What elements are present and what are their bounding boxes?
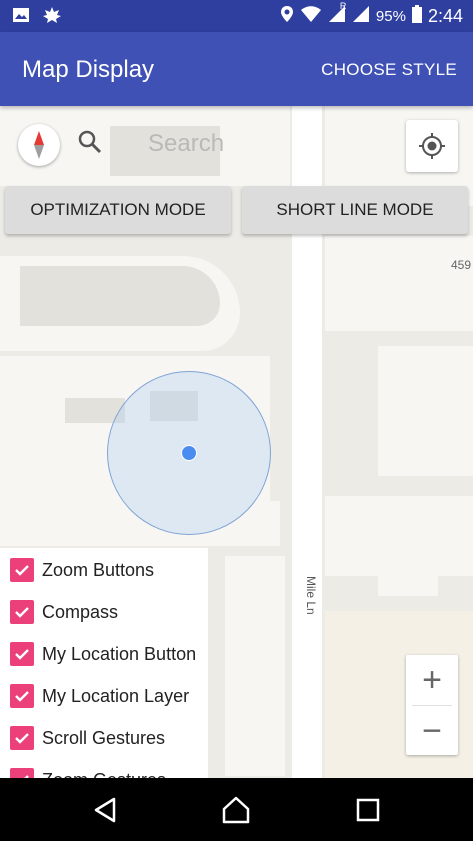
map-block <box>378 546 438 596</box>
wifi-icon <box>300 5 322 27</box>
signal-icon <box>352 5 370 27</box>
navigation-bar <box>0 778 473 841</box>
map-options-panel: Zoom Buttons Compass My Location Button … <box>0 548 208 778</box>
battery-icon <box>411 5 422 27</box>
compass-icon <box>34 131 44 159</box>
search-input[interactable]: Search <box>148 130 224 158</box>
option-label: Zoom Gestures <box>42 770 166 779</box>
option-zoom-gestures[interactable]: Zoom Gestures <box>10 768 166 778</box>
option-compass[interactable]: Compass <box>10 600 118 624</box>
option-label: Compass <box>42 601 119 622</box>
checkbox-checked[interactable] <box>10 684 34 708</box>
map-block <box>225 556 285 776</box>
leaf-icon <box>42 6 62 29</box>
address-label: 459 <box>451 258 472 272</box>
app-bar: Map Display CHOOSE STYLE <box>0 32 473 106</box>
zoom-in-button[interactable]: + <box>406 655 458 705</box>
status-bar: R 95% 2:44 <box>0 0 473 32</box>
checkbox-checked[interactable] <box>10 558 34 582</box>
home-icon[interactable] <box>220 794 252 826</box>
checkbox-checked[interactable] <box>10 642 34 666</box>
checkbox-checked[interactable] <box>10 600 34 624</box>
map-block <box>378 346 473 476</box>
location-pin-icon <box>280 5 294 27</box>
choose-style-button[interactable]: CHOOSE STYLE <box>321 60 457 80</box>
signal-icon: R <box>328 1 346 27</box>
app-title: Map Display <box>22 56 155 83</box>
image-icon <box>12 6 30 29</box>
street-label: Mile Ln <box>304 576 318 615</box>
search-icon[interactable] <box>76 128 104 161</box>
option-scroll-gestures[interactable]: Scroll Gestures <box>10 726 165 750</box>
option-label: My Location Button <box>42 643 197 664</box>
recents-icon[interactable] <box>352 794 384 826</box>
option-my-location-button[interactable]: My Location Button <box>10 642 196 666</box>
roaming-indicator: R <box>339 1 347 11</box>
optimization-mode-button[interactable]: OPTIMIZATION MODE <box>5 186 231 234</box>
compass-button[interactable] <box>18 124 60 166</box>
my-location-button[interactable] <box>406 120 458 172</box>
option-label: Scroll Gestures <box>42 727 166 748</box>
short-line-mode-button[interactable]: SHORT LINE MODE <box>242 186 468 234</box>
my-location-dot <box>181 445 197 461</box>
map-block <box>325 236 473 331</box>
checkbox-checked[interactable] <box>10 768 34 778</box>
checkbox-checked[interactable] <box>10 726 34 750</box>
crosshair-icon <box>419 133 445 159</box>
zoom-out-button[interactable]: − <box>406 706 458 756</box>
option-label: My Location Layer <box>42 685 190 706</box>
option-zoom-buttons[interactable]: Zoom Buttons <box>10 558 154 582</box>
battery-percent: 95% <box>375 7 406 25</box>
map-building <box>20 266 220 326</box>
option-my-location-layer[interactable]: My Location Layer <box>10 684 189 708</box>
zoom-controls: + − <box>406 655 458 755</box>
option-label: Zoom Buttons <box>42 559 155 580</box>
back-icon[interactable] <box>90 794 122 826</box>
clock: 2:44 <box>427 5 463 26</box>
